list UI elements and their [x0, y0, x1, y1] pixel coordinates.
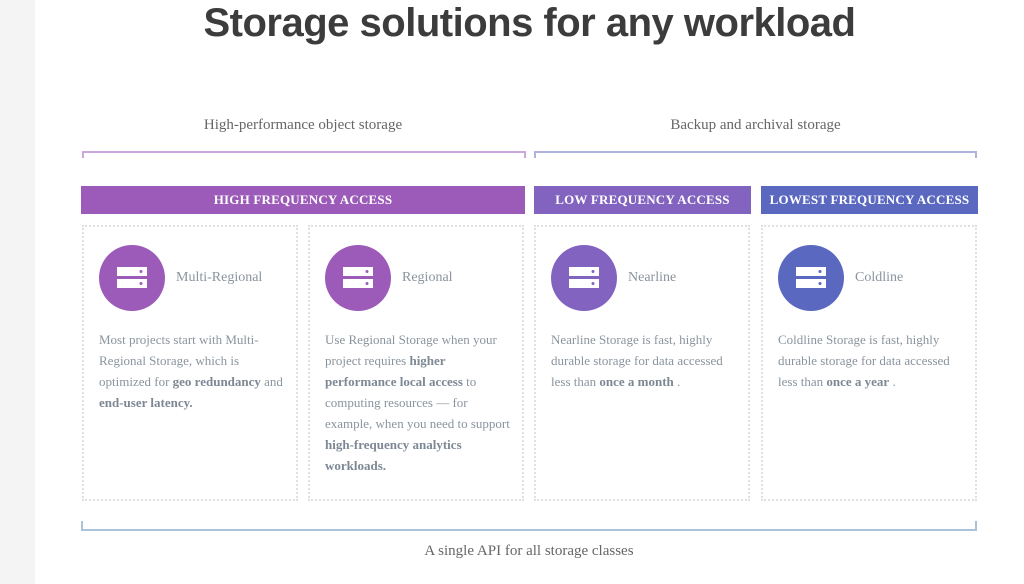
- class-description: Coldline Storage is fast, highly durable…: [778, 332, 950, 389]
- band-lowest-frequency: LOWEST FREQUENCY ACCESS: [761, 186, 978, 214]
- band-low-frequency: LOW FREQUENCY ACCESS: [534, 186, 751, 214]
- bracket-single-api: [81, 521, 977, 531]
- storage-server-icon: [325, 245, 391, 311]
- class-description: Most projects start with Multi-Regional …: [99, 332, 283, 410]
- footer-label: A single API for all storage classes: [424, 543, 634, 559]
- bracket-high-performance: [82, 151, 526, 158]
- page-title: Storage solutions for any workload: [203, 1, 856, 45]
- storage-server-icon: [99, 245, 165, 311]
- group-label-backup-archival: Backup and archival storage: [670, 117, 841, 133]
- class-description: Use Regional Storage when your project r…: [325, 332, 510, 473]
- class-name: Coldline: [855, 270, 904, 285]
- group-label-high-performance: High-performance object storage: [203, 117, 403, 133]
- class-description: Nearline Storage is fast, highly durable…: [551, 332, 723, 389]
- card-multi-regional: Multi-Regional Most projects start with …: [82, 225, 298, 501]
- class-name: Nearline: [628, 270, 677, 285]
- class-name: Multi-Regional: [176, 270, 263, 285]
- storage-server-icon: [551, 245, 617, 311]
- storage-server-icon: [778, 245, 844, 311]
- bracket-backup-archival: [534, 151, 977, 158]
- band-high-frequency: HIGH FREQUENCY ACCESS: [81, 186, 525, 214]
- left-gutter: [0, 0, 35, 584]
- card-regional: Regional Use Regional Storage when your …: [308, 225, 524, 501]
- class-name: Regional: [402, 270, 453, 285]
- card-coldline: Coldline Coldline Storage is fast, highl…: [761, 225, 977, 501]
- card-nearline: Nearline Nearline Storage is fast, highl…: [534, 225, 750, 501]
